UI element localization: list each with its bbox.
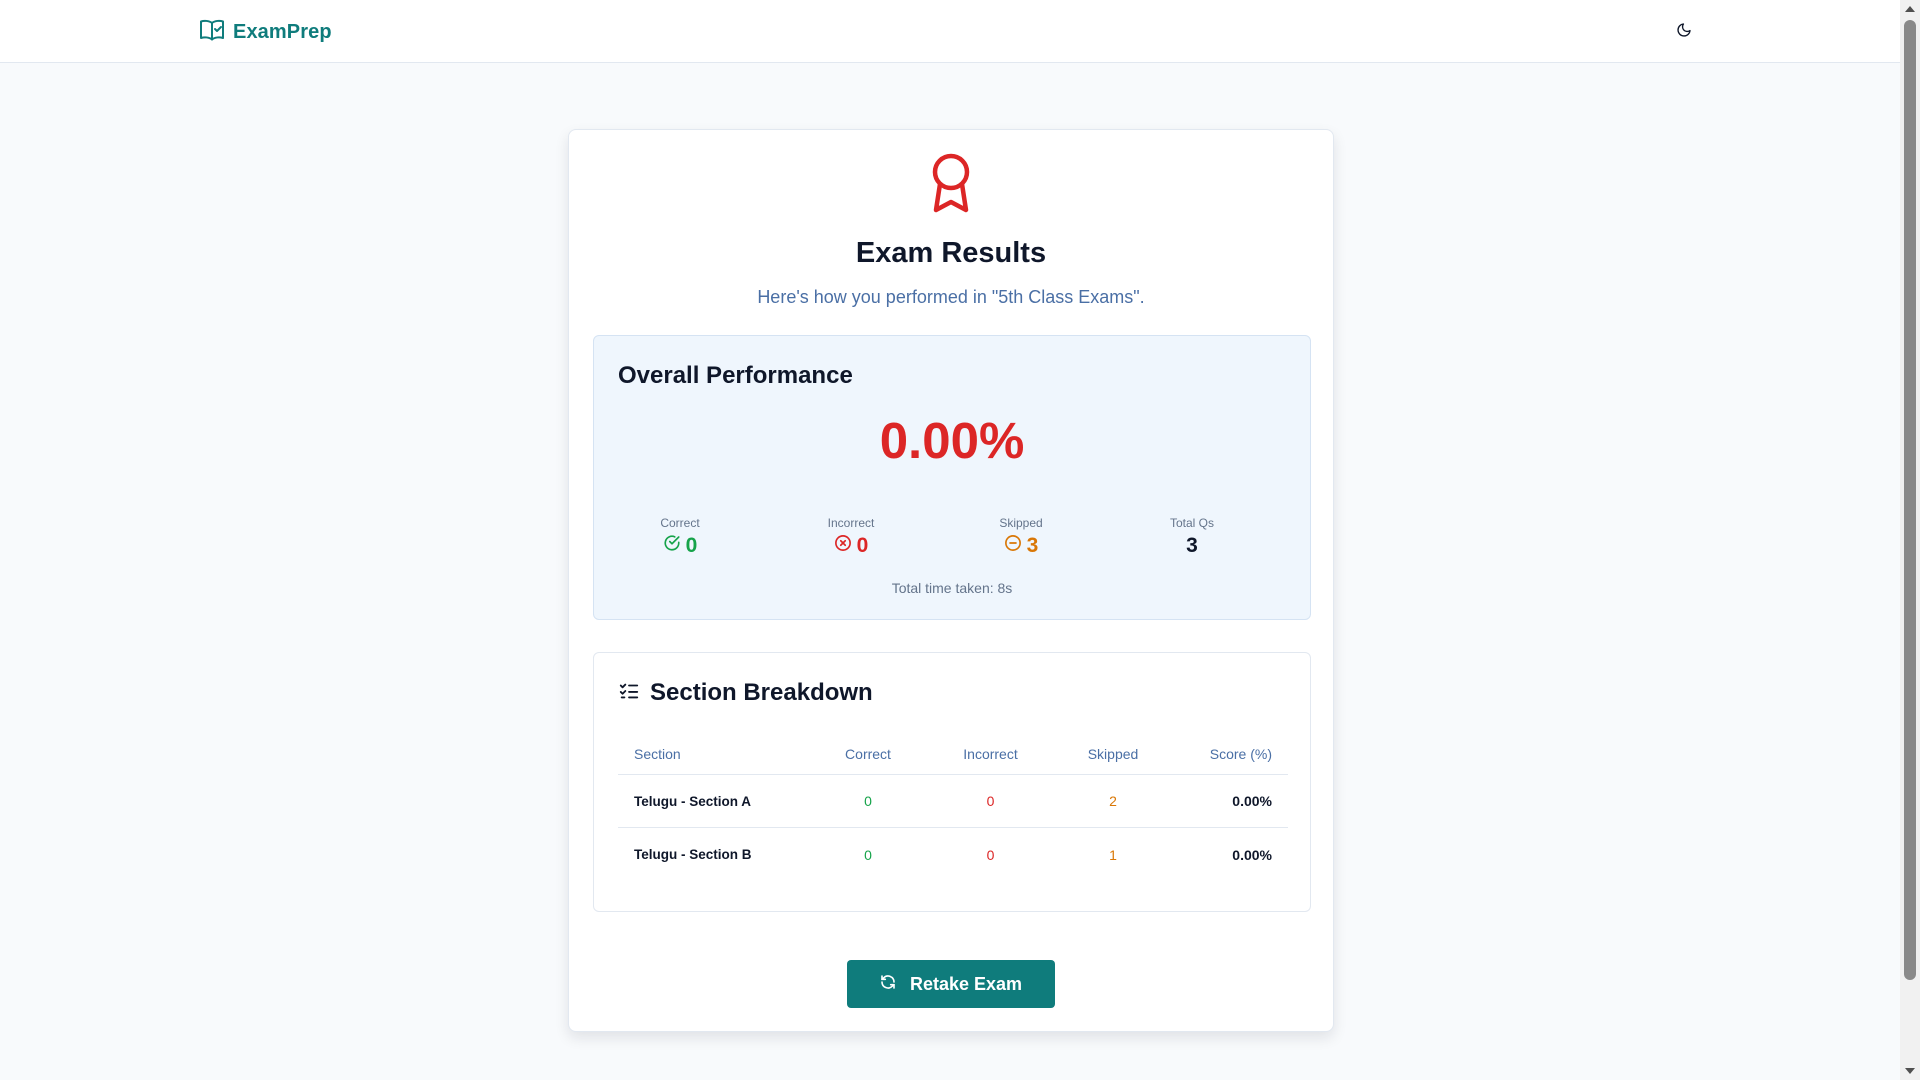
row-score: 0.00% — [1232, 793, 1272, 809]
row-section-name: Telugu - Section A — [634, 793, 751, 809]
scroll-down-arrow[interactable] — [1905, 1068, 1915, 1074]
stat-total-label: Total Qs — [1169, 516, 1214, 530]
section-breakdown-table: Section Correct Incorrect Skipped Score … — [618, 733, 1288, 881]
overall-performance-title: Overall Performance — [618, 362, 853, 389]
stat-skipped-value: 3 — [1026, 534, 1039, 557]
stat-correct-label: Correct — [660, 516, 700, 530]
row-correct: 0 — [864, 793, 872, 809]
row-correct: 0 — [864, 846, 872, 863]
row-incorrect: 0 — [986, 846, 995, 863]
page-scrollbar[interactable] — [1900, 0, 1920, 1080]
brand-name: ExamPrep — [233, 21, 332, 43]
row-skipped: 1 — [1109, 846, 1117, 863]
section-breakdown-title: Section Breakdown — [650, 679, 873, 706]
stat-incorrect-value: 0 — [856, 534, 869, 557]
minus-circle-icon — [1004, 534, 1022, 558]
row-incorrect: 0 — [986, 793, 995, 809]
stat-correct-value: 0 — [685, 534, 698, 557]
stat-skipped-label: Skipped — [999, 516, 1043, 530]
retake-exam-label: Retake Exam — [909, 973, 1023, 994]
page-title: Exam Results — [855, 237, 1047, 269]
overall-performance-panel: Overall Performance 0.00% Correct 0 Inco… — [593, 335, 1311, 620]
stat-correct: Correct 0 — [620, 516, 740, 558]
results-card: Exam Results Here's how you performed in… — [568, 129, 1334, 1032]
column-header-score: Score (%) — [1209, 745, 1272, 762]
table-header-row: Section Correct Incorrect Skipped Score … — [618, 733, 1288, 775]
column-header-section: Section — [634, 745, 681, 762]
overall-score: 0.00% — [879, 412, 1025, 469]
column-header-skipped: Skipped — [1087, 745, 1139, 762]
scroll-thumb[interactable] — [1904, 20, 1916, 980]
theme-toggle-button[interactable] — [1668, 16, 1700, 48]
moon-icon — [1676, 22, 1692, 43]
row-skipped: 2 — [1109, 793, 1117, 809]
stat-skipped: Skipped 3 — [961, 516, 1081, 558]
stat-total: Total Qs 3 — [1132, 516, 1252, 558]
x-circle-icon — [834, 534, 852, 558]
stat-total-value: 3 — [1186, 534, 1198, 557]
award-icon — [925, 152, 977, 219]
section-breakdown-panel: Section Breakdown Section Correct Incorr… — [593, 652, 1311, 912]
stat-incorrect-label: Incorrect — [827, 516, 875, 530]
check-circle-icon — [663, 534, 681, 558]
column-header-incorrect: Incorrect — [963, 745, 1018, 762]
table-row: Telugu - Section B 0 0 1 0.00% — [618, 828, 1288, 881]
top-navbar: ExamPrep — [0, 0, 1900, 63]
results-subtitle: Here's how you performed in "5th Class E… — [757, 287, 1145, 307]
list-checks-icon — [618, 680, 640, 707]
scroll-up-arrow[interactable] — [1905, 6, 1915, 12]
stat-incorrect: Incorrect 0 — [791, 516, 911, 558]
table-row: Telugu - Section A 0 0 2 0.00% — [618, 775, 1288, 828]
retake-exam-button[interactable]: Retake Exam — [847, 960, 1055, 1008]
book-check-icon — [199, 18, 225, 47]
brand-logo-link[interactable]: ExamPrep — [199, 18, 332, 47]
total-time-taken: Total time taken: 8s — [891, 580, 1013, 596]
refresh-icon — [880, 974, 896, 995]
row-score: 0.00% — [1232, 846, 1272, 863]
column-header-correct: Correct — [845, 745, 891, 762]
row-section-name: Telugu - Section B — [634, 847, 752, 862]
